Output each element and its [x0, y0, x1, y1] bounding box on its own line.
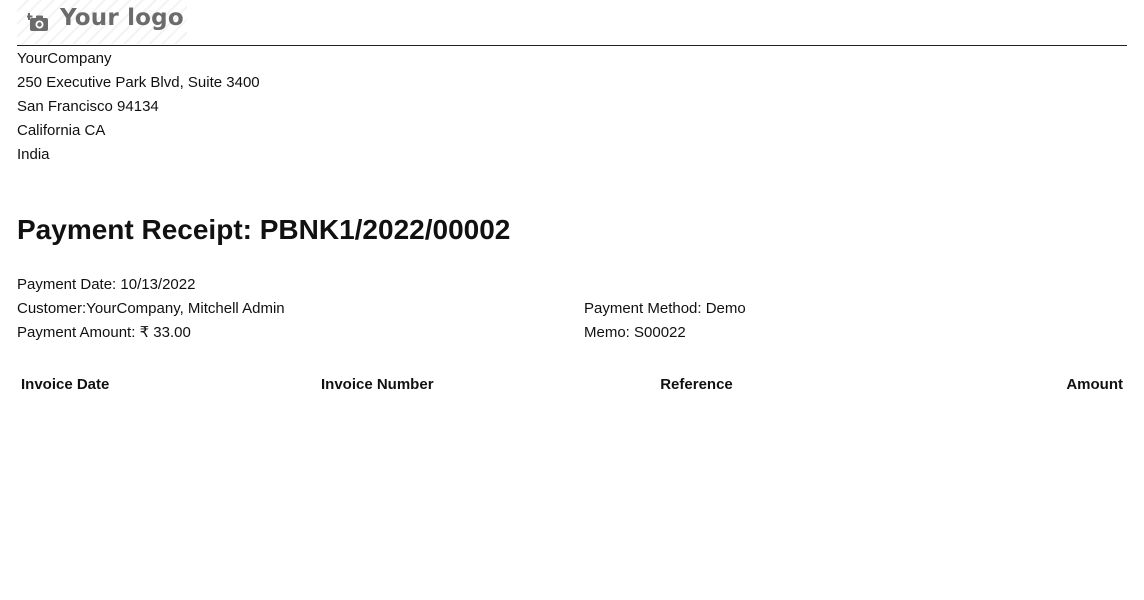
- receipt-title: Payment Receipt: PBNK1/2022/00002: [17, 214, 511, 245]
- table-header-row: Invoice Date Invoice Number Reference Am…: [17, 372, 1127, 396]
- payment-info-right: Payment Method: Demo Memo: S00022: [584, 297, 746, 345]
- logo-text: Your logo: [60, 5, 184, 31]
- payment-method: Payment Method: Demo: [584, 300, 746, 317]
- camera-icon: [27, 13, 48, 31]
- report-header: Your logo: [17, 0, 1127, 46]
- column-invoice-number: Invoice Number: [321, 375, 434, 393]
- address-country: India: [17, 146, 50, 163]
- payment-info-left: Payment Date: 10/13/2022 Customer:YourCo…: [17, 273, 285, 345]
- invoice-table: Invoice Date Invoice Number Reference Am…: [17, 372, 1127, 396]
- payment-amount: Payment Amount: ₹ 33.00: [17, 324, 191, 341]
- company-logo: Your logo: [17, 0, 187, 44]
- column-invoice-date: Invoice Date: [21, 375, 110, 393]
- address-city: San Francisco 94134: [17, 98, 159, 115]
- payment-memo: Memo: S00022: [584, 324, 686, 341]
- company-address: YourCompany 250 Executive Park Blvd, Sui…: [17, 47, 260, 167]
- payment-date: Payment Date: 10/13/2022: [17, 276, 196, 293]
- column-amount: Amount: [1066, 375, 1123, 393]
- column-reference: Reference: [660, 375, 733, 393]
- receipt-page: Your logo YourCompany 250 Executive Park…: [0, 0, 1144, 600]
- address-street: 250 Executive Park Blvd, Suite 3400: [17, 74, 260, 91]
- company-name: YourCompany: [17, 50, 112, 67]
- customer-info: Customer:YourCompany, Mitchell Admin: [17, 300, 285, 317]
- address-state: California CA: [17, 122, 106, 139]
